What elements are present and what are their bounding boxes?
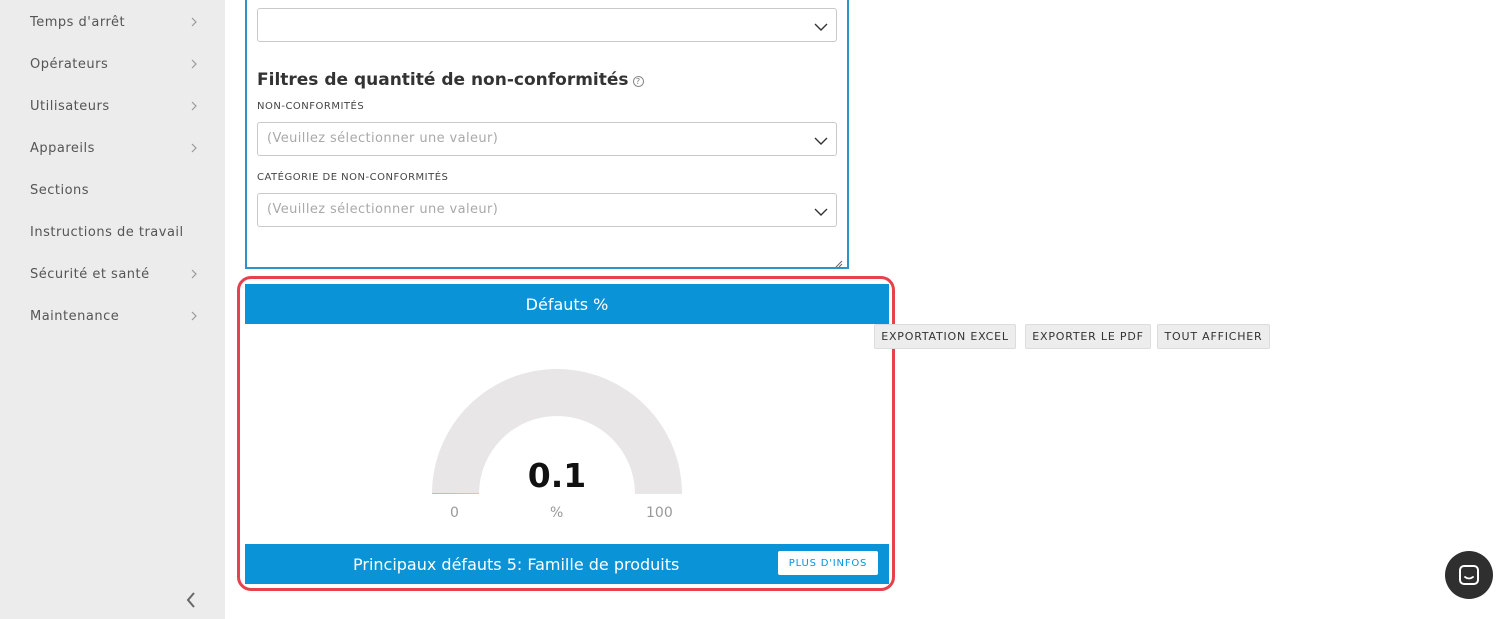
question-circle-icon[interactable]: ? bbox=[632, 76, 644, 87]
category-label: CATÉGORIE DE NON-CONFORMITÉS bbox=[257, 172, 449, 183]
nonconformities-label: NON-CONFORMITÉS bbox=[257, 101, 365, 112]
chevron-down-icon bbox=[814, 133, 828, 147]
category-select[interactable]: (Veuillez sélectionner une valeur) bbox=[257, 193, 837, 227]
chevron-down-icon bbox=[814, 204, 828, 218]
sidebar-item-label: Utilisateurs bbox=[30, 98, 110, 114]
sidebar-item-operateurs[interactable]: Opérateurs bbox=[0, 43, 225, 85]
top-select[interactable] bbox=[257, 8, 837, 42]
select-placeholder: (Veuillez sélectionner une valeur) bbox=[267, 131, 499, 146]
sidebar: Temps d'arrêt Opérateurs Utilisateurs Ap… bbox=[0, 0, 225, 619]
sidebar-item-label: Sections bbox=[30, 182, 90, 198]
sidebar-item-instructions[interactable]: Instructions de travail bbox=[0, 211, 225, 253]
chevron-right-icon bbox=[188, 16, 200, 28]
sidebar-item-maintenance[interactable]: Maintenance bbox=[0, 295, 225, 337]
sidebar-item-label: Temps d'arrêt bbox=[30, 14, 126, 30]
chevron-down-icon bbox=[814, 19, 828, 33]
sidebar-item-label: Instructions de travail bbox=[30, 224, 184, 240]
sidebar-item-label: Opérateurs bbox=[30, 56, 109, 72]
sidebar-item-label: Appareils bbox=[30, 140, 95, 156]
select-placeholder: (Veuillez sélectionner une valeur) bbox=[267, 202, 499, 217]
sidebar-item-appareils[interactable]: Appareils bbox=[0, 127, 225, 169]
sidebar-item-securite-sante[interactable]: Sécurité et santé bbox=[0, 253, 225, 295]
sidebar-item-temps-arret[interactable]: Temps d'arrêt bbox=[0, 1, 225, 43]
section-title-text: Filtres de quantité de non-conformités bbox=[257, 70, 629, 90]
export-excel-button[interactable]: EXPORTATION EXCEL bbox=[874, 324, 1016, 349]
sidebar-item-utilisateurs[interactable]: Utilisateurs bbox=[0, 85, 225, 127]
chevron-right-icon bbox=[188, 58, 200, 70]
sidebar-item-label: Sécurité et santé bbox=[30, 266, 150, 282]
chevron-left-icon[interactable] bbox=[180, 588, 202, 612]
chevron-right-icon bbox=[188, 268, 200, 280]
export-pdf-button[interactable]: EXPORTER LE PDF bbox=[1025, 324, 1151, 349]
chevron-right-icon bbox=[188, 310, 200, 322]
chevron-right-icon bbox=[188, 142, 200, 154]
help-glyph: ? bbox=[635, 77, 641, 86]
resize-handle-icon[interactable] bbox=[833, 253, 843, 268]
chat-icon[interactable] bbox=[1445, 551, 1493, 599]
highlight-frame bbox=[237, 276, 895, 591]
nonconformities-select[interactable]: (Veuillez sélectionner une valeur) bbox=[257, 122, 837, 156]
section-title: Filtres de quantité de non-conformités ? bbox=[257, 70, 644, 90]
sidebar-item-label: Maintenance bbox=[30, 308, 120, 324]
show-all-button[interactable]: TOUT AFFICHER bbox=[1157, 324, 1270, 349]
chevron-right-icon bbox=[188, 100, 200, 112]
sidebar-item-sections[interactable]: Sections bbox=[0, 169, 225, 211]
